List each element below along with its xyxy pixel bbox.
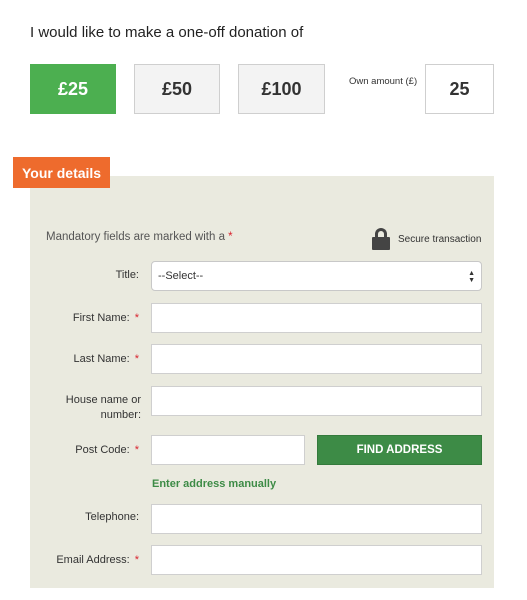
find-address-button[interactable]: FIND ADDRESS [317, 435, 482, 465]
last-name-input[interactable] [151, 344, 482, 374]
first-name-label: First Name: * [72, 312, 139, 324]
required-marker: * [228, 231, 233, 243]
required-marker: * [134, 554, 139, 566]
required-marker: * [134, 353, 139, 365]
title-label: Title: [115, 269, 139, 281]
title-select[interactable]: --Select-- ▲ ▼ [151, 261, 482, 291]
secure-transaction-text: Secure transaction [398, 233, 482, 245]
email-input[interactable] [151, 545, 482, 575]
enter-address-manually-link[interactable]: Enter address manually [152, 478, 276, 490]
email-label: Email Address: * [56, 554, 139, 566]
amount-50-button[interactable]: £50 [134, 64, 220, 114]
title-select-value: --Select-- [158, 270, 204, 282]
house-label: House name or number: [65, 394, 141, 421]
telephone-input[interactable] [151, 504, 482, 534]
postcode-label: Post Code: * [75, 444, 139, 456]
lock-icon [372, 228, 390, 250]
amount-100-button[interactable]: £100 [238, 64, 325, 114]
own-amount-input[interactable] [425, 64, 494, 114]
postcode-input[interactable] [151, 435, 305, 465]
required-marker: * [134, 444, 139, 456]
amount-25-button[interactable]: £25 [30, 64, 116, 114]
secure-transaction: Secure transaction [372, 228, 481, 250]
donation-intro-text: I would like to make a one-off donation … [30, 24, 304, 41]
telephone-label: Telephone: [85, 511, 139, 523]
select-arrows-icon: ▲ ▼ [468, 270, 475, 284]
your-details-tab: Your details [13, 157, 111, 188]
first-name-input[interactable] [151, 303, 482, 333]
house-input[interactable] [151, 386, 482, 416]
own-amount-label: Own amount (£) [349, 76, 418, 87]
mandatory-note-text: Mandatory fields are marked with a [46, 231, 225, 243]
required-marker: * [134, 312, 139, 324]
mandatory-note: Mandatory fields are marked with a * [46, 231, 233, 243]
last-name-label: Last Name: * [73, 353, 139, 365]
